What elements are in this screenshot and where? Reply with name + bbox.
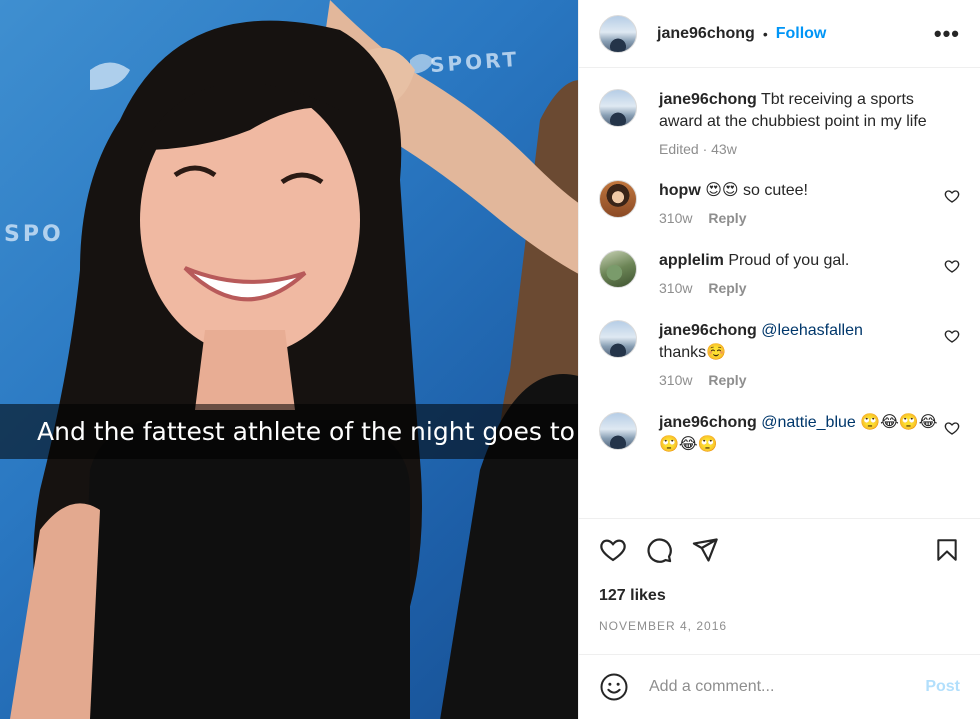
- comments-list[interactable]: jane96chong Tbt receiving a sports award…: [579, 68, 980, 518]
- author-avatar[interactable]: [599, 14, 637, 53]
- reply-button[interactable]: Reply: [708, 372, 746, 388]
- comment-like-icon[interactable]: [944, 420, 960, 436]
- more-options-icon[interactable]: •••: [934, 21, 960, 47]
- comment-item: jane96chong @nattie_blue 🙄😂🙄😂🙄😂🙄: [599, 412, 960, 456]
- comment-text: Proud of you gal.: [728, 252, 850, 269]
- comment-mention[interactable]: @nattie_blue: [761, 414, 856, 431]
- emoji-picker-icon[interactable]: [599, 672, 629, 702]
- comment-time: 310w: [659, 280, 693, 296]
- post-comment-button[interactable]: Post: [925, 678, 960, 696]
- comment-text: thanks☺️: [659, 344, 727, 361]
- comment-username[interactable]: jane96chong: [659, 322, 757, 339]
- snap-caption-text: And the fattest athlete of the night goe…: [37, 417, 575, 446]
- comment-mention[interactable]: @leehasfallen: [761, 322, 863, 339]
- comment-item: jane96chong @leehasfallen thanks☺️ 310w …: [599, 320, 960, 388]
- commenter-avatar[interactable]: [599, 412, 637, 450]
- comment-input[interactable]: [647, 677, 926, 697]
- post-caption: jane96chong Tbt receiving a sports award…: [599, 89, 960, 157]
- like-heart-icon[interactable]: [599, 536, 627, 564]
- post-photo[interactable]: SPORT SPO And the fattest athlete of the…: [0, 0, 578, 719]
- commenter-avatar[interactable]: [599, 250, 637, 288]
- comment-username[interactable]: jane96chong: [659, 414, 757, 431]
- follow-button[interactable]: Follow: [776, 25, 827, 43]
- commenter-avatar[interactable]: [599, 320, 637, 358]
- reply-button[interactable]: Reply: [708, 280, 746, 296]
- caption-username[interactable]: jane96chong: [659, 91, 757, 108]
- comment-text: 😍😍 so cutee!: [705, 182, 808, 199]
- author-username[interactable]: jane96chong: [657, 25, 755, 43]
- post-date: NOVEMBER 4, 2016: [599, 619, 728, 633]
- comment-item: applelim Proud of you gal. 310w Reply: [599, 250, 960, 296]
- reply-button[interactable]: Reply: [708, 210, 746, 226]
- post-side-panel: jane96chong • Follow ••• jane96chong Tbt…: [578, 0, 980, 719]
- post-header: jane96chong • Follow •••: [579, 0, 980, 68]
- comment-bubble-icon[interactable]: [645, 536, 673, 564]
- comment-like-icon[interactable]: [944, 258, 960, 274]
- comment-like-icon[interactable]: [944, 328, 960, 344]
- likes-count[interactable]: 127 likes: [599, 587, 960, 605]
- commenter-avatar[interactable]: [599, 180, 637, 218]
- post-modal: SPORT SPO And the fattest athlete of the…: [0, 0, 980, 719]
- snap-caption-bar: And the fattest athlete of the night goe…: [0, 404, 578, 459]
- comment-time: 310w: [659, 210, 693, 226]
- save-bookmark-icon[interactable]: [934, 536, 960, 564]
- caption-meta: Edited · 43w: [659, 141, 737, 157]
- share-send-icon[interactable]: [691, 536, 719, 564]
- comment-username[interactable]: applelim: [659, 252, 724, 269]
- comment-username[interactable]: hopw: [659, 182, 701, 199]
- photo-scene: [10, 0, 578, 719]
- add-comment-bar: Post: [579, 654, 980, 719]
- comment-like-icon[interactable]: [944, 188, 960, 204]
- caption-avatar[interactable]: [599, 89, 637, 127]
- post-actions: 127 likes NOVEMBER 4, 2016: [579, 518, 980, 654]
- comment-item: hopw 😍😍 so cutee! 310w Reply: [599, 180, 960, 226]
- comment-time: 310w: [659, 372, 693, 388]
- separator-dot: •: [762, 25, 768, 42]
